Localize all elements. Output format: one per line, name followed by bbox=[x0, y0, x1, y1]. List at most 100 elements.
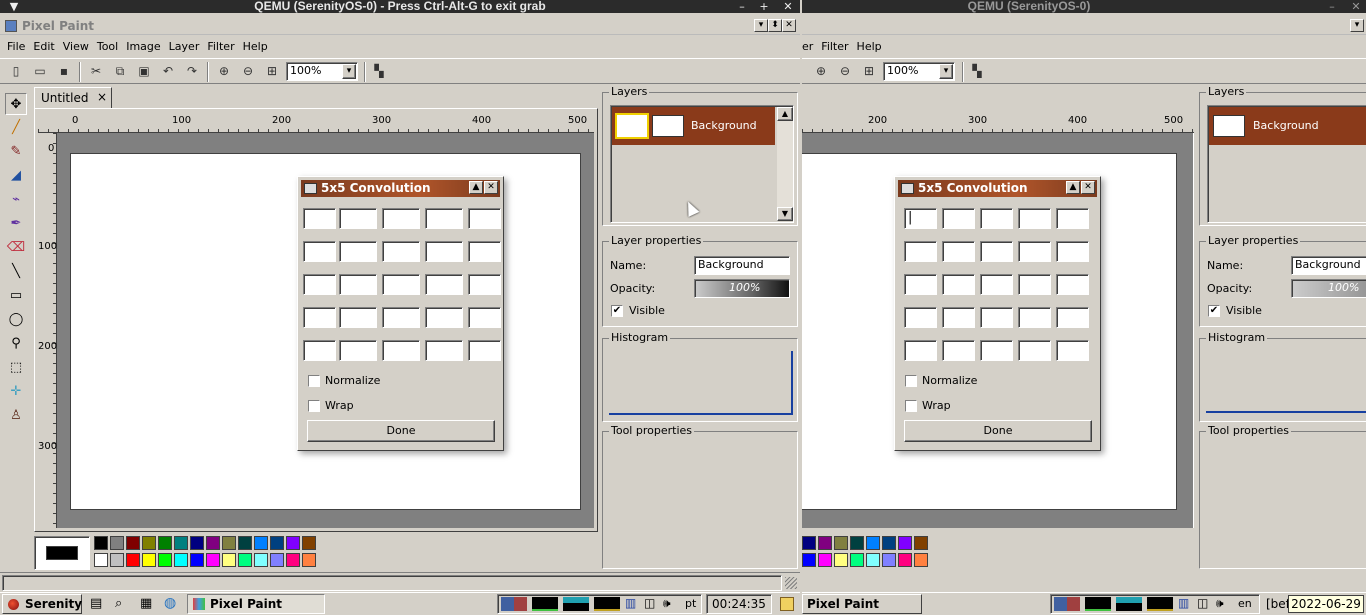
actual-size-icon[interactable]: ⊞ bbox=[858, 60, 880, 82]
file-manager-icon[interactable]: ⌕ bbox=[115, 596, 122, 611]
app-menu-dropdown-button[interactable]: ▾ bbox=[1350, 19, 1364, 32]
menu-filter[interactable]: Filter bbox=[203, 38, 238, 56]
done-button[interactable]: Done bbox=[904, 420, 1092, 442]
qemu-menu-arrow-icon[interactable]: ▼ bbox=[4, 0, 24, 13]
palette-swatch[interactable] bbox=[302, 536, 316, 550]
layers-scrollbar[interactable]: ▲ ▼ bbox=[777, 107, 793, 221]
app-maximize-button[interactable]: ⬍ bbox=[768, 19, 782, 32]
zoom-out-icon[interactable]: ⊖ bbox=[834, 60, 856, 82]
opacity-slider[interactable]: 100% bbox=[694, 279, 790, 298]
palette-swatch[interactable] bbox=[914, 553, 928, 567]
volume-icon[interactable]: 🕪 bbox=[1216, 596, 1224, 611]
zoom-in-icon[interactable]: ⊕ bbox=[213, 60, 235, 82]
text-editor-icon[interactable]: ▦ bbox=[140, 596, 152, 611]
palette-swatch[interactable] bbox=[882, 536, 896, 550]
wrap-checkbox[interactable] bbox=[905, 400, 917, 412]
eraser-tool-icon[interactable]: ⌫ bbox=[5, 237, 27, 259]
palette-swatch[interactable] bbox=[126, 536, 140, 550]
palette-swatch[interactable] bbox=[94, 553, 108, 567]
palette-swatch[interactable] bbox=[898, 553, 912, 567]
matrix-cell[interactable] bbox=[980, 274, 1013, 295]
pen-tool-icon[interactable]: ╱ bbox=[5, 117, 27, 139]
palette-swatch[interactable] bbox=[270, 553, 284, 567]
clone-tool-icon[interactable]: ♙ bbox=[5, 405, 27, 427]
redo-icon[interactable]: ↷ bbox=[181, 60, 203, 82]
zoom-dropdown-button[interactable]: ▾ bbox=[342, 64, 356, 79]
clipboard-icon[interactable]: ◫ bbox=[1197, 596, 1208, 610]
matrix-cell[interactable] bbox=[904, 274, 937, 295]
matrix-cell[interactable] bbox=[468, 208, 501, 229]
palette-swatch[interactable] bbox=[206, 553, 220, 567]
palette-swatch[interactable] bbox=[834, 553, 848, 567]
dialog-minimize-button[interactable]: ▲ bbox=[1066, 181, 1080, 194]
taskbar-pixel-paint[interactable]: Pixel Paint bbox=[187, 594, 325, 614]
app-minimize-button[interactable]: ▾ bbox=[754, 19, 768, 32]
matrix-cell[interactable] bbox=[303, 340, 336, 361]
menu-view[interactable]: View bbox=[59, 38, 93, 56]
brush-tool-icon[interactable]: ✎ bbox=[5, 141, 27, 163]
done-button[interactable]: Done bbox=[307, 420, 495, 442]
matrix-cell[interactable] bbox=[303, 307, 336, 328]
matrix-cell[interactable] bbox=[980, 241, 1013, 262]
palette-swatch[interactable] bbox=[914, 536, 928, 550]
palette-swatch[interactable] bbox=[142, 536, 156, 550]
matrix-cell[interactable] bbox=[382, 340, 420, 361]
matrix-cell[interactable] bbox=[425, 307, 463, 328]
qemu-close-button[interactable]: ✕ bbox=[1346, 0, 1366, 13]
palette-swatch[interactable] bbox=[190, 553, 204, 567]
clipboard-icon[interactable]: ◫ bbox=[644, 596, 655, 610]
matrix-cell[interactable] bbox=[1018, 274, 1051, 295]
keyboard-layout[interactable]: en bbox=[1238, 597, 1252, 610]
palette-swatch[interactable] bbox=[254, 536, 268, 550]
undo-icon[interactable]: ↶ bbox=[157, 60, 179, 82]
cut-icon[interactable]: ✂ bbox=[85, 60, 107, 82]
qemu-maximize-button[interactable]: + bbox=[754, 0, 774, 13]
bucket-tool-icon[interactable]: ◢ bbox=[5, 165, 27, 187]
copy-icon[interactable]: ⧉ bbox=[109, 60, 131, 82]
palette-swatch[interactable] bbox=[850, 536, 864, 550]
zoom-tool-icon[interactable]: ⚲ bbox=[5, 333, 27, 355]
matrix-cell[interactable] bbox=[303, 274, 336, 295]
menu-help[interactable]: Help bbox=[853, 38, 886, 56]
zoom-out-icon[interactable]: ⊖ bbox=[237, 60, 259, 82]
matrix-cell[interactable] bbox=[468, 274, 501, 295]
layer-name-input[interactable]: Background bbox=[1291, 256, 1366, 275]
matrix-cell[interactable] bbox=[904, 307, 937, 328]
matrix-cell[interactable] bbox=[1056, 274, 1089, 295]
matrix-cell[interactable] bbox=[425, 274, 463, 295]
palette-swatch[interactable] bbox=[174, 553, 188, 567]
palette-swatch[interactable] bbox=[818, 553, 832, 567]
matrix-cell[interactable] bbox=[303, 241, 336, 262]
palette-swatch[interactable] bbox=[238, 536, 252, 550]
dialog-minimize-button[interactable]: ▲ bbox=[469, 181, 483, 194]
levels-icon[interactable]: ▚ bbox=[368, 60, 390, 82]
matrix-cell[interactable] bbox=[425, 241, 463, 262]
matrix-cell[interactable] bbox=[382, 208, 420, 229]
rectangle-tool-icon[interactable]: ▭ bbox=[5, 285, 27, 307]
wrap-checkbox[interactable] bbox=[308, 400, 320, 412]
palette-swatch[interactable] bbox=[174, 536, 188, 550]
move-tool-icon[interactable]: ✥ bbox=[5, 93, 27, 115]
picker-tool-icon[interactable]: ✒ bbox=[5, 213, 27, 235]
terminal-icon[interactable]: ▤ bbox=[90, 596, 102, 611]
open-folder-icon[interactable]: ▭ bbox=[29, 60, 51, 82]
matrix-cell[interactable] bbox=[339, 241, 377, 262]
spray-tool-icon[interactable]: ⌁ bbox=[5, 189, 27, 211]
matrix-cell[interactable] bbox=[942, 274, 975, 295]
matrix-cell[interactable] bbox=[1018, 241, 1051, 262]
menu-layer[interactable]: er bbox=[802, 38, 817, 56]
resize-grip-icon[interactable] bbox=[785, 577, 797, 589]
primary-color[interactable] bbox=[46, 546, 78, 560]
notification-icon[interactable] bbox=[780, 597, 794, 611]
palette-swatch[interactable] bbox=[802, 536, 816, 550]
matrix-cell[interactable] bbox=[904, 340, 937, 361]
matrix-cell[interactable] bbox=[339, 208, 377, 229]
matrix-cell[interactable] bbox=[1056, 241, 1089, 262]
menu-help[interactable]: Help bbox=[239, 38, 272, 56]
matrix-cell[interactable] bbox=[980, 208, 1013, 229]
matrix-cell[interactable] bbox=[339, 307, 377, 328]
matrix-cell[interactable] bbox=[942, 241, 975, 262]
menu-filter[interactable]: Filter bbox=[817, 38, 852, 56]
select-tool-icon[interactable]: ⬚ bbox=[5, 357, 27, 379]
zoom-dropdown-button[interactable]: ▾ bbox=[939, 64, 953, 79]
